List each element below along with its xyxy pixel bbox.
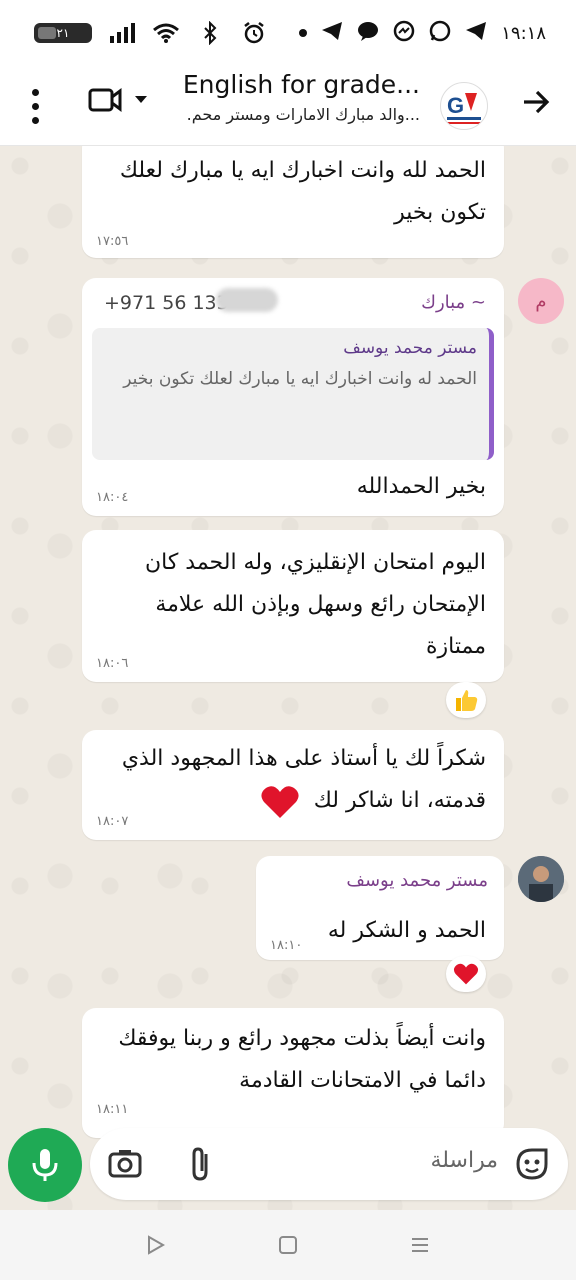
signal-icon	[108, 19, 136, 47]
microphone-icon	[32, 1149, 58, 1181]
chat-title: English for grade...	[182, 70, 420, 99]
message-bubble[interactable]: ~ مبارك +971 56 133 مستر محمد يوسف الحمد…	[82, 278, 504, 516]
system-navigation-bar	[0, 1210, 576, 1280]
message-bubble[interactable]: وانت أيضاً بذلت مجهود رائع و ربنا يوفقك …	[82, 1008, 504, 1138]
message-bubble[interactable]: مستر محمد يوسف الحمد و الشكر له ١٨:١٠	[256, 856, 504, 960]
quoted-message[interactable]: مستر محمد يوسف الحمد له وانت اخبارك ايه …	[92, 328, 494, 460]
message-time: ١٨:٠٧	[96, 814, 129, 829]
message-text: الحمد لله وانت اخبارك ايه يا مبارك لعلك …	[119, 158, 486, 225]
paperclip-icon	[192, 1147, 208, 1181]
alarm-icon	[240, 19, 268, 47]
back-triangle-icon[interactable]	[145, 1234, 167, 1256]
message-text: بخير الحمدالله	[356, 474, 486, 499]
more-options-icon[interactable]	[20, 84, 50, 128]
sticker-button[interactable]	[514, 1146, 550, 1186]
reaction-badge[interactable]	[446, 682, 486, 718]
thumbs-up-icon	[456, 690, 478, 711]
sender-phone: +971 56 133	[104, 292, 229, 314]
notification-dot-icon	[299, 29, 308, 37]
chat-area[interactable]: الحمد لله وانت اخبارك ايه يا مبارك لعلك …	[0, 146, 576, 1210]
chevron-down-icon	[135, 96, 147, 103]
heart-icon	[453, 963, 479, 985]
message-time: ١٨:٠٤	[96, 490, 129, 505]
status-right: ١٩:١٨	[299, 20, 546, 47]
message-bubble[interactable]: شكراً لك يا أستاذ على هذا المجهود الذي ق…	[82, 730, 504, 840]
battery-level: ٢١	[56, 26, 70, 40]
recents-menu-icon[interactable]	[409, 1234, 431, 1256]
message-placeholder: مراسلة	[430, 1148, 498, 1173]
bluetooth-icon	[196, 19, 224, 47]
message-input[interactable]: مراسلة	[90, 1128, 568, 1200]
status-left: ٢١	[34, 19, 268, 47]
message-text: الحمد و الشكر له	[327, 918, 486, 943]
message-text: وانت أيضاً بذلت مجهود رائع و ربنا يوفقك …	[118, 1026, 486, 1093]
voice-message-button[interactable]	[8, 1128, 82, 1202]
camera-icon	[108, 1150, 142, 1178]
video-camera-icon	[88, 88, 122, 112]
message-time: ١٨:١١	[96, 1102, 129, 1117]
message-time: ١٨:٠٦	[96, 656, 129, 671]
wifi-icon	[152, 19, 180, 47]
telegram-2-icon	[465, 21, 487, 46]
quote-text: الحمد له وانت اخبارك ايه يا مبارك لعلك ت…	[123, 369, 477, 389]
teacher-avatar[interactable]	[518, 856, 564, 902]
back-button[interactable]	[520, 86, 552, 122]
svg-text:G: G	[447, 93, 464, 118]
camera-button[interactable]	[108, 1148, 142, 1182]
message-time: ١٧:٥٦	[96, 234, 129, 249]
chat-participants: .والد مبارك الامارات ومستر محم...	[186, 105, 420, 124]
message-bubble[interactable]: الحمد لله وانت اخبارك ايه يا مبارك لعلك …	[82, 146, 504, 258]
clock-time: ١٩:١٨	[501, 22, 546, 44]
chat-header: English for grade... .والد مبارك الامارا…	[0, 66, 576, 146]
sticker-icon	[516, 1148, 548, 1180]
status-bar: ٢١ ١٩:١٨	[0, 0, 576, 66]
quote-author: مستر محمد يوسف	[343, 338, 477, 358]
home-square-icon[interactable]	[277, 1234, 299, 1256]
redacted-blur	[216, 288, 278, 312]
whatsapp-icon	[429, 20, 451, 47]
video-call-button[interactable]	[88, 86, 148, 114]
telegram-icon	[321, 21, 343, 46]
message-text: اليوم امتحان الإنقليزي، وله الحمد كان ال…	[144, 550, 486, 659]
sender-name[interactable]: ~ مبارك	[421, 292, 486, 313]
chat-title-block[interactable]: English for grade... .والد مبارك الامارا…	[180, 70, 420, 124]
group-avatar[interactable]: G	[440, 82, 488, 130]
heart-icon	[261, 786, 299, 818]
sender-name[interactable]: مستر محمد يوسف	[346, 870, 488, 891]
battery-icon: ٢١	[34, 23, 92, 43]
sender-avatar[interactable]: م	[518, 278, 564, 324]
message-time: ١٨:١٠	[270, 938, 303, 953]
message-text-content: شكراً لك يا أستاذ على هذا المجهود الذي ق…	[121, 746, 486, 813]
message-bubble[interactable]: اليوم امتحان الإنقليزي، وله الحمد كان ال…	[82, 530, 504, 682]
arrow-right-icon	[524, 90, 550, 114]
chat-bubble-icon	[357, 21, 379, 46]
reaction-badge[interactable]	[446, 956, 486, 992]
messenger-icon	[393, 20, 415, 47]
attach-button[interactable]	[188, 1146, 214, 1186]
